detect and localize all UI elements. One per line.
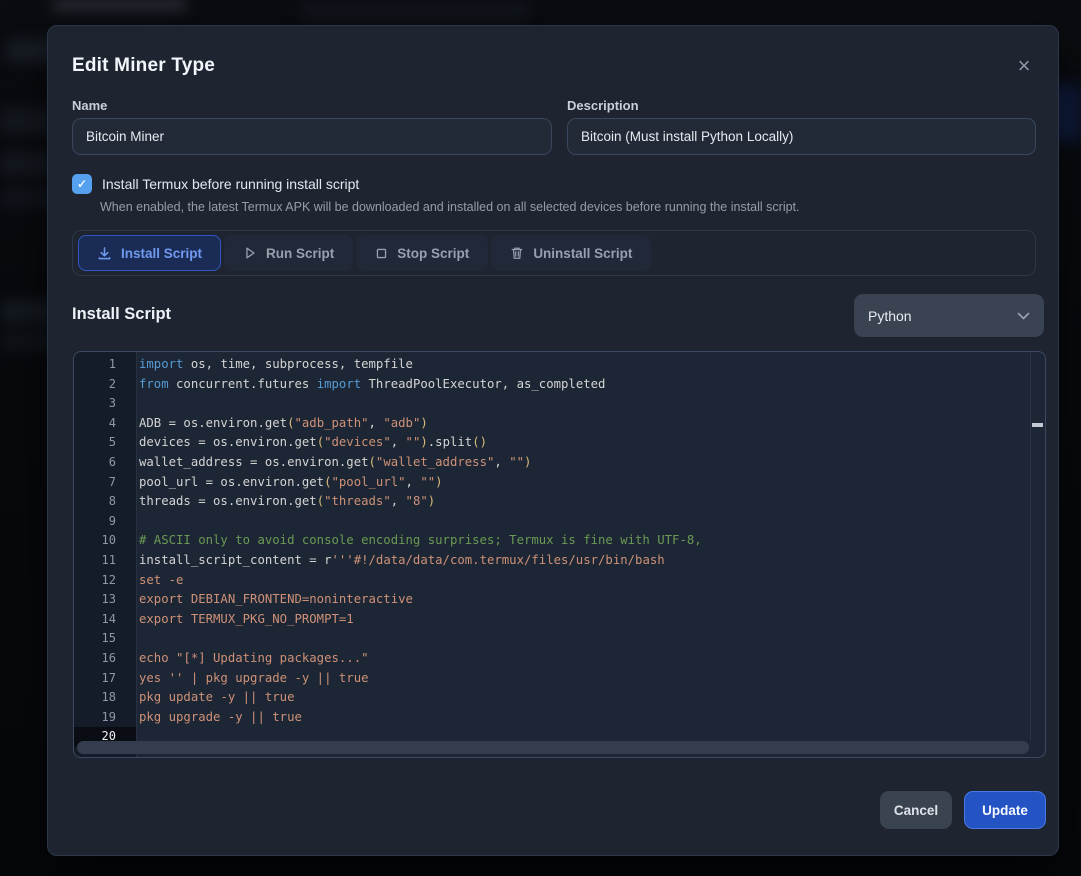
- code-line: 19pkg upgrade -y || true: [74, 708, 1030, 728]
- code-line: 2from concurrent.futures import ThreadPo…: [74, 375, 1030, 395]
- stop-script-button-label: Stop Script: [397, 246, 469, 261]
- vertical-scrollbar-thumb[interactable]: [1032, 423, 1043, 427]
- code-line: 3: [74, 394, 1030, 414]
- trash-icon: [510, 246, 524, 260]
- line-number: 4: [74, 414, 136, 434]
- modal-title: Edit Miner Type: [72, 55, 215, 77]
- edit-miner-type-modal: Edit Miner Type × Name Bitcoin Miner Des…: [47, 25, 1059, 856]
- code-line: 4ADB = os.environ.get("adb_path", "adb"): [74, 414, 1030, 434]
- line-number: 14: [74, 610, 136, 630]
- code-line: 17yes '' | pkg upgrade -y || true: [74, 669, 1030, 689]
- code-text: echo "[*] Updating packages...": [136, 649, 369, 669]
- line-number: 19: [74, 708, 136, 728]
- uninstall-script-button-label: Uninstall Script: [533, 246, 632, 261]
- code-text: export DEBIAN_FRONTEND=noninteractive: [136, 590, 413, 610]
- language-select[interactable]: Python: [854, 294, 1044, 337]
- code-line: 15: [74, 629, 1030, 649]
- line-number: 6: [74, 453, 136, 473]
- code-text: import os, time, subprocess, tempfile: [136, 355, 413, 375]
- code-text: from concurrent.futures import ThreadPoo…: [136, 375, 605, 395]
- run-script-button-label: Run Script: [266, 246, 334, 261]
- code-text: ADB = os.environ.get("adb_path", "adb"): [136, 414, 428, 434]
- code-text: devices = os.environ.get("devices", "").…: [136, 433, 487, 453]
- line-number: 12: [74, 571, 136, 591]
- code-text: pkg update -y || true: [136, 688, 294, 708]
- line-number: 8: [74, 492, 136, 512]
- language-select-value: Python: [868, 308, 912, 324]
- install-script-button-label: Install Script: [121, 246, 202, 261]
- code-line: 10# ASCII only to avoid console encoding…: [74, 531, 1030, 551]
- line-number: 3: [74, 394, 136, 414]
- run-script-button[interactable]: Run Script: [224, 235, 353, 271]
- play-icon: [243, 246, 257, 260]
- code-text: [136, 394, 139, 414]
- name-label: Name: [72, 98, 107, 113]
- code-text: install_script_content = r'''#!/data/dat…: [136, 551, 665, 571]
- code-text: wallet_address = os.environ.get("wallet_…: [136, 453, 531, 473]
- line-number: 2: [74, 375, 136, 395]
- backdrop-blur-shape: [52, 0, 187, 10]
- install-termux-checkbox-label: Install Termux before running install sc…: [102, 176, 359, 192]
- checkmark-icon: ✓: [77, 177, 87, 191]
- update-button[interactable]: Update: [964, 791, 1046, 829]
- code-line: 7pool_url = os.environ.get("pool_url", "…: [74, 473, 1030, 493]
- code-line: 6wallet_address = os.environ.get("wallet…: [74, 453, 1030, 473]
- code-text: [136, 512, 139, 532]
- install-script-button[interactable]: Install Script: [78, 235, 221, 271]
- backdrop-blur-shape: [300, 0, 530, 22]
- line-number: 18: [74, 688, 136, 708]
- code-line: 9: [74, 512, 1030, 532]
- vertical-scrollbar[interactable]: [1030, 352, 1045, 741]
- install-termux-checkbox[interactable]: ✓: [72, 174, 92, 194]
- code-line: 8threads = os.environ.get("threads", "8"…: [74, 492, 1030, 512]
- code-text: pkg upgrade -y || true: [136, 708, 302, 728]
- code-line: 14export TERMUX_PKG_NO_PROMPT=1: [74, 610, 1030, 630]
- line-number: 5: [74, 433, 136, 453]
- horizontal-scrollbar[interactable]: [77, 741, 1029, 754]
- code-line: 18pkg update -y || true: [74, 688, 1030, 708]
- code-text: threads = os.environ.get("threads", "8"): [136, 492, 435, 512]
- stop-icon: [375, 247, 388, 260]
- stop-script-button[interactable]: Stop Script: [356, 235, 488, 271]
- code-line: 11install_script_content = r'''#!/data/d…: [74, 551, 1030, 571]
- code-line: 16echo "[*] Updating packages...": [74, 649, 1030, 669]
- code-text: yes '' | pkg upgrade -y || true: [136, 669, 369, 689]
- install-script-heading: Install Script: [72, 305, 171, 324]
- line-number: 16: [74, 649, 136, 669]
- line-number: 9: [74, 512, 136, 532]
- app-background: Edit Miner Type × Name Bitcoin Miner Des…: [0, 0, 1081, 876]
- script-actions-toolbar: Install Script Run Script Stop Script: [72, 230, 1036, 276]
- description-field[interactable]: Bitcoin (Must install Python Locally): [567, 118, 1036, 155]
- name-field[interactable]: Bitcoin Miner: [72, 118, 552, 155]
- line-number: 13: [74, 590, 136, 610]
- line-number: 15: [74, 629, 136, 649]
- line-number: 17: [74, 669, 136, 689]
- line-number: 11: [74, 551, 136, 571]
- description-label: Description: [567, 98, 639, 113]
- code-editor[interactable]: 1import os, time, subprocess, tempfile2f…: [73, 351, 1046, 758]
- code-line: 12set -e: [74, 571, 1030, 591]
- code-lines: 1import os, time, subprocess, tempfile2f…: [74, 355, 1030, 747]
- uninstall-script-button[interactable]: Uninstall Script: [491, 235, 651, 271]
- code-text: set -e: [136, 571, 183, 591]
- close-icon[interactable]: ×: [1010, 52, 1038, 80]
- code-text: [136, 629, 139, 649]
- name-field-value: Bitcoin Miner: [86, 129, 164, 144]
- download-icon: [97, 246, 112, 261]
- install-termux-helper-text: When enabled, the latest Termux APK will…: [100, 200, 800, 214]
- code-line: 1import os, time, subprocess, tempfile: [74, 355, 1030, 375]
- code-text: pool_url = os.environ.get("pool_url", ""…: [136, 473, 443, 493]
- line-number: 7: [74, 473, 136, 493]
- code-line: 5devices = os.environ.get("devices", "")…: [74, 433, 1030, 453]
- code-text: export TERMUX_PKG_NO_PROMPT=1: [136, 610, 354, 630]
- cancel-button[interactable]: Cancel: [880, 791, 952, 829]
- line-number: 10: [74, 531, 136, 551]
- code-line: 13export DEBIAN_FRONTEND=noninteractive: [74, 590, 1030, 610]
- code-text: # ASCII only to avoid console encoding s…: [136, 531, 702, 551]
- line-number: 1: [74, 355, 136, 375]
- chevron-down-icon: [1017, 312, 1030, 320]
- description-field-value: Bitcoin (Must install Python Locally): [581, 129, 793, 144]
